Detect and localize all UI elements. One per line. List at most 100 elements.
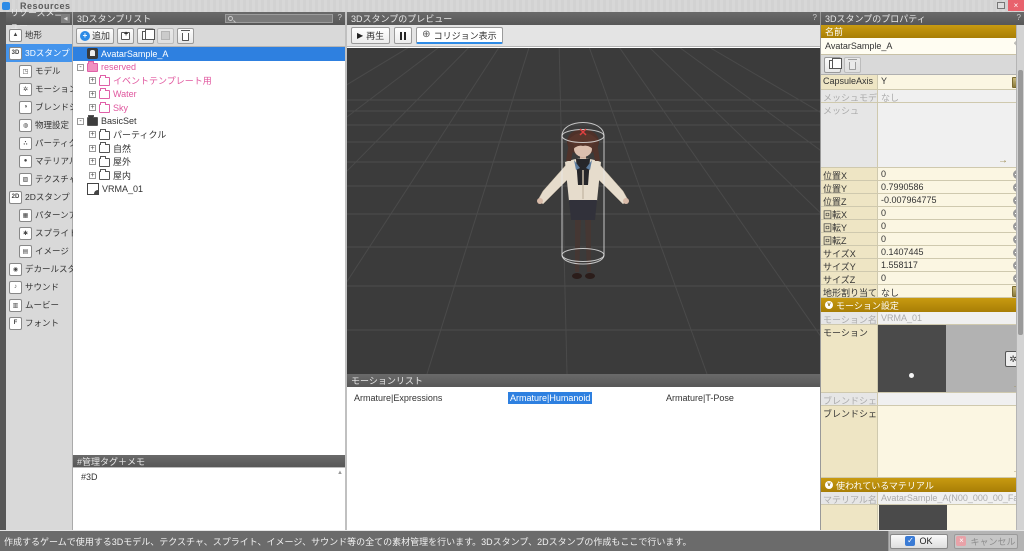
- particle-icon: ∴: [19, 137, 32, 150]
- tree-item-reserved[interactable]: -reserved: [73, 61, 345, 75]
- tree-item-avatarsample[interactable]: AvatarSample_A: [73, 47, 345, 61]
- stamp-list-toolbar: +追加: [73, 25, 345, 47]
- material-thumb-cell[interactable]: [878, 505, 1024, 530]
- close-window-icon[interactable]: ×: [1008, 0, 1024, 11]
- sidebar-item-sprite[interactable]: ✱スプライト: [6, 224, 72, 242]
- sidebar-item-model[interactable]: ◳モデル: [6, 62, 72, 80]
- sidebar-item-particle[interactable]: ∴パーティクル: [6, 134, 72, 152]
- preview-title: 3Dスタンプのプレビュー: [351, 12, 452, 25]
- tree-item-nature[interactable]: +自然: [73, 142, 345, 156]
- model-icon: ◳: [19, 65, 32, 78]
- pos-x-input[interactable]: 0: [878, 168, 1011, 180]
- sidebar-item-sound[interactable]: ♪サウンド: [6, 278, 72, 296]
- folder-icon: [99, 104, 110, 113]
- folder-icon: [99, 144, 110, 153]
- ok-button[interactable]: ✓OK: [890, 534, 948, 549]
- stamp-list-help-button[interactable]: ?: [338, 13, 342, 22]
- trash-icon: [849, 62, 856, 70]
- expander-icon[interactable]: +: [89, 91, 96, 98]
- sidebar-item-movie[interactable]: ▥ムービー: [6, 296, 72, 314]
- viewport-3d[interactable]: [347, 48, 820, 374]
- x-icon: ×: [956, 536, 966, 546]
- name-field[interactable]: AvatarSample_A ✎: [821, 38, 1024, 55]
- row-mesh-model-name: メッシュモデル名 なし: [821, 90, 1024, 103]
- expander-icon[interactable]: +: [89, 145, 96, 152]
- size-z-input[interactable]: 0: [878, 272, 1011, 284]
- rot-y-input[interactable]: 0: [878, 220, 1011, 232]
- delete-button[interactable]: [177, 28, 194, 44]
- sound-icon: ♪: [9, 281, 22, 294]
- size-y-input[interactable]: 1.558117: [878, 259, 1011, 271]
- motion-section-header[interactable]: vモーション設定: [821, 298, 1024, 312]
- properties-scrollbar[interactable]: [1016, 25, 1024, 530]
- row-material-thumb: [821, 505, 1024, 530]
- tree-item-water[interactable]: +Water: [73, 88, 345, 102]
- preview-help-button[interactable]: ?: [813, 13, 817, 22]
- status-text: 作成するゲームで使用する3Dモデル、テクスチャ、スプライト、イメージ、サウンド等…: [0, 535, 691, 548]
- tree-item-sky[interactable]: +Sky: [73, 101, 345, 115]
- sidebar-item-physics[interactable]: ◍物理設定: [6, 116, 72, 134]
- tree-item-event-template[interactable]: +イベントテンプレート用: [73, 74, 345, 88]
- motion-preview-cell[interactable]: ✲: [878, 325, 1024, 392]
- copy-properties-button[interactable]: [824, 57, 841, 73]
- sidebar-item-texture[interactable]: ▨テクスチャ: [6, 170, 72, 188]
- play-icon: ▶: [357, 31, 363, 40]
- physics-icon: ◍: [19, 119, 32, 132]
- expander-icon[interactable]: -: [77, 64, 84, 71]
- preview-toolbar: ▶再生 ⊕コリジョン表示: [347, 25, 820, 47]
- search-input[interactable]: [225, 14, 333, 23]
- tree-item-outdoor[interactable]: +屋外: [73, 155, 345, 169]
- duplicate-button[interactable]: [137, 28, 154, 44]
- expander-icon[interactable]: +: [89, 77, 96, 84]
- restore-window-icon[interactable]: [994, 0, 1008, 11]
- add-folder-button[interactable]: [117, 28, 134, 44]
- sidebar-item-terrain[interactable]: ▲地形: [6, 26, 72, 44]
- pos-y-input[interactable]: 0.7990586: [878, 181, 1011, 193]
- size-x-input[interactable]: 0.1407445: [878, 246, 1011, 258]
- expander-icon[interactable]: +: [89, 131, 96, 138]
- sidebar-item-material[interactable]: ●マテリアル: [6, 152, 72, 170]
- sidebar-item-motion[interactable]: ✲モーション: [6, 80, 72, 98]
- properties-help-button[interactable]: ?: [1017, 13, 1021, 22]
- sidebar-item-decal-stamp[interactable]: ◉デカールスタンプ: [6, 260, 72, 278]
- tree-item-indoor[interactable]: +屋内: [73, 169, 345, 183]
- motion-icon: ✲: [19, 83, 32, 96]
- expander-icon[interactable]: +: [89, 104, 96, 111]
- sidebar-collapse-icon[interactable]: ◀: [61, 14, 70, 23]
- motion-item-tpose[interactable]: Armature|T-Pose: [664, 393, 820, 530]
- materials-section-header[interactable]: v使われているマテリアル: [821, 478, 1024, 492]
- font-icon: F: [9, 317, 22, 330]
- tree-item-particle[interactable]: +パーティクル: [73, 128, 345, 142]
- memo-area[interactable]: #3D ▲: [73, 467, 345, 530]
- sidebar-item-2d-stamp[interactable]: 2D2Dスタンプ: [6, 188, 72, 206]
- sidebar-item-font[interactable]: Fフォント: [6, 314, 72, 332]
- pause-button[interactable]: [394, 27, 412, 44]
- sidebar-item-3d-stamp[interactable]: 3D3Dスタンプ: [6, 44, 72, 62]
- pos-z-input[interactable]: -0.007964775: [878, 194, 1011, 206]
- expander-icon[interactable]: +: [89, 158, 96, 165]
- tree-item-basicset[interactable]: -BasicSet: [73, 115, 345, 129]
- motion-item-humanoid[interactable]: Armature|Humanoid: [508, 393, 664, 530]
- blendshape-cell[interactable]: [878, 406, 1024, 477]
- expand-cell-arrow-icon[interactable]: →: [998, 155, 1008, 166]
- rot-z-input[interactable]: 0: [878, 233, 1011, 245]
- sidebar-item-pattern-anime[interactable]: ▦パターンアニメ: [6, 206, 72, 224]
- sidebar-item-blendshape[interactable]: ◑ブレンドシェイプ: [6, 98, 72, 116]
- motion-thumbnail[interactable]: [878, 325, 946, 392]
- scrollbar-thumb[interactable]: [1018, 70, 1023, 335]
- row-material-name: マテリアル名1 AvatarSample_A(N00_000_00_Face..…: [821, 492, 1024, 505]
- expander-icon[interactable]: -: [77, 118, 84, 125]
- material-thumbnail[interactable]: [879, 505, 947, 530]
- capsule-axis-select[interactable]: Y: [878, 75, 1011, 89]
- add-stamp-button[interactable]: +追加: [76, 28, 114, 44]
- decal-stamp-icon: ◉: [9, 263, 22, 276]
- tree-item-vrma01[interactable]: VRMA_01: [73, 182, 345, 196]
- sidebar-item-image[interactable]: ▤イメージ: [6, 242, 72, 260]
- play-button[interactable]: ▶再生: [351, 27, 390, 44]
- collision-toggle-button[interactable]: ⊕コリジョン表示: [416, 27, 502, 44]
- rot-x-input[interactable]: 0: [878, 207, 1011, 219]
- motion-item-expressions[interactable]: Armature|Expressions: [352, 393, 508, 530]
- scroll-up-icon[interactable]: ▲: [337, 470, 343, 476]
- terrain-assign-select[interactable]: なし: [878, 285, 1011, 297]
- expander-icon[interactable]: +: [89, 172, 96, 179]
